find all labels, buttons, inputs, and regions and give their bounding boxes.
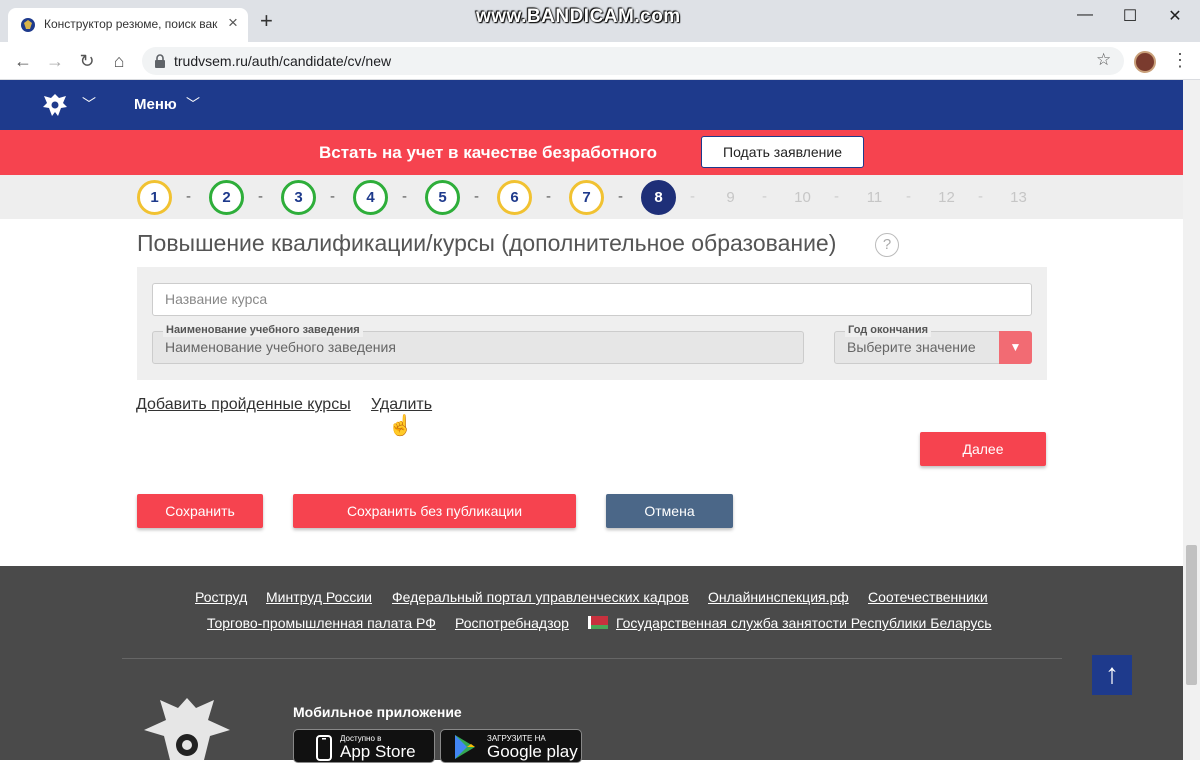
step-4[interactable]: 4 (353, 180, 388, 215)
add-courses-link[interactable]: Добавить пройденные курсы (136, 396, 351, 414)
window-close-icon[interactable]: ✕ (1160, 6, 1190, 26)
maximize-icon[interactable]: ☐ (1115, 6, 1145, 26)
tab-title: Конструктор резюме, поиск вак (44, 17, 218, 31)
step-10: 10 (794, 189, 811, 206)
institution-placeholder: Наименование учебного заведения (165, 339, 396, 355)
address-bar[interactable]: trudvsem.ru/auth/candidate/cv/new ☆ (142, 47, 1124, 75)
site-navbar: ﹀ Меню ﹀ (0, 80, 1183, 130)
step-separator: - (546, 188, 551, 205)
rostrud-emblem-icon (144, 698, 230, 760)
step-9: 9 (726, 189, 735, 206)
footer-link-rostrud[interactable]: Роструд (195, 589, 247, 605)
graduation-year-label: Год окончания (845, 324, 932, 337)
new-tab-icon[interactable]: + (260, 10, 273, 32)
home-icon[interactable]: ⌂ (106, 48, 132, 74)
scrollbar-thumb[interactable] (1186, 545, 1197, 685)
step-separator: - (690, 188, 695, 205)
step-8[interactable]: 8 (641, 180, 676, 215)
site-footer: Роструд Минтруд России Федеральный порта… (0, 566, 1183, 763)
phone-icon (316, 735, 332, 761)
step-11: 11 (866, 189, 883, 206)
banner-text: Встать на учет в качестве безработного (319, 143, 657, 162)
step-1[interactable]: 1 (137, 180, 172, 215)
step-separator: - (402, 188, 407, 205)
step-separator: - (834, 188, 839, 205)
step-13: 13 (1010, 189, 1027, 206)
step-separator: - (186, 188, 191, 205)
course-form: Название курса Наименование учебного зав… (137, 267, 1047, 380)
url-text: trudvsem.ru/auth/candidate/cv/new (174, 53, 392, 69)
menu-button[interactable]: Меню (134, 96, 177, 113)
appstore-big-text: App Store (340, 742, 416, 761)
minimize-icon[interactable]: — (1070, 6, 1100, 24)
step-separator: - (474, 188, 479, 205)
step-separator: - (978, 188, 983, 205)
delete-link[interactable]: Удалить (371, 396, 432, 414)
forward-icon[interactable]: → (42, 48, 68, 74)
course-name-input[interactable]: Название курса (152, 283, 1032, 316)
graduation-year-select[interactable]: Год окончания Выберите значение ▼ (834, 324, 1032, 364)
hand-cursor-icon: ☝ (388, 415, 413, 437)
app-store-badge[interactable]: Доступно в App Store (293, 729, 435, 763)
browser-menu-icon[interactable]: ⋮ (1170, 50, 1190, 70)
footer-divider (122, 658, 1062, 659)
footer-link-personnel-portal[interactable]: Федеральный портал управленческих кадров (392, 589, 689, 605)
mobile-app-title: Мобильное приложение (293, 704, 462, 720)
institution-input[interactable]: Наименование учебного заведения Наименов… (152, 324, 804, 364)
next-button[interactable]: Далее (920, 432, 1046, 466)
footer-link-onlineinspection[interactable]: Онлайнинспекция.рф (708, 589, 849, 605)
profile-avatar[interactable] (1134, 51, 1156, 73)
recorder-watermark: www.BANDICAM.com (476, 6, 681, 27)
step-progress: 1-2-3-4-5-6-7-8-9-10-11-12-13 (0, 175, 1183, 219)
chevron-down-icon[interactable]: ﹀ (82, 94, 96, 114)
footer-link-rospotrebnadzor[interactable]: Роспотребнадзор (455, 615, 569, 631)
step-7[interactable]: 7 (569, 180, 604, 215)
step-separator: - (906, 188, 911, 205)
section-title: Повышение квалификации/курсы (дополнител… (137, 230, 837, 256)
reload-icon[interactable]: ↻ (74, 48, 100, 74)
step-12: 12 (938, 189, 955, 206)
bookmark-star-icon[interactable]: ☆ (1096, 50, 1111, 70)
back-icon[interactable]: ← (10, 48, 36, 74)
step-separator: - (762, 188, 767, 205)
tab-close-icon[interactable]: × (228, 13, 238, 33)
cancel-button[interactable]: Отмена (606, 494, 733, 528)
step-separator: - (330, 188, 335, 205)
footer-link-chamber-of-commerce[interactable]: Торгово-промышленная палата РФ (207, 615, 436, 631)
graduation-year-value: Выберите значение (847, 339, 976, 355)
google-play-badge[interactable]: ЗАГРУЗИТЕ НА Google play (440, 729, 582, 763)
step-2[interactable]: 2 (209, 180, 244, 215)
submit-application-button[interactable]: Подать заявление (701, 136, 864, 168)
step-5[interactable]: 5 (425, 180, 460, 215)
googleplay-big-text: Google play (487, 742, 578, 761)
browser-tab-strip: Конструктор резюме, поиск вак × + www.BA… (0, 0, 1200, 42)
step-3[interactable]: 3 (281, 180, 316, 215)
save-without-publishing-button[interactable]: Сохранить без публикации (293, 494, 576, 528)
scroll-to-top-button[interactable]: ↑ (1092, 655, 1132, 695)
chevron-down-icon[interactable]: ﹀ (186, 94, 200, 114)
dropdown-arrow-icon[interactable]: ▼ (999, 331, 1032, 364)
step-separator: - (618, 188, 623, 205)
institution-label: Наименование учебного заведения (163, 324, 363, 337)
help-icon[interactable]: ? (875, 233, 899, 257)
save-button[interactable]: Сохранить (137, 494, 263, 528)
browser-toolbar: ← → ↻ ⌂ trudvsem.ru/auth/candidate/cv/ne… (0, 42, 1200, 80)
site-favicon-icon (21, 18, 35, 32)
russia-emblem-icon[interactable] (40, 90, 70, 120)
browser-tab[interactable]: Конструктор резюме, поиск вак × (8, 8, 248, 42)
footer-link-mintrud[interactable]: Минтруд России (266, 589, 372, 605)
footer-link-belarus-employment[interactable]: Государственная служба занятости Республ… (616, 615, 992, 631)
step-separator: - (258, 188, 263, 205)
step-6[interactable]: 6 (497, 180, 532, 215)
belarus-flag-icon (588, 616, 608, 629)
footer-link-compatriots[interactable]: Соотечественники (868, 589, 988, 605)
unemployment-banner: Встать на учет в качестве безработного П… (0, 130, 1183, 175)
google-play-icon (455, 735, 475, 759)
lock-icon (155, 54, 165, 68)
